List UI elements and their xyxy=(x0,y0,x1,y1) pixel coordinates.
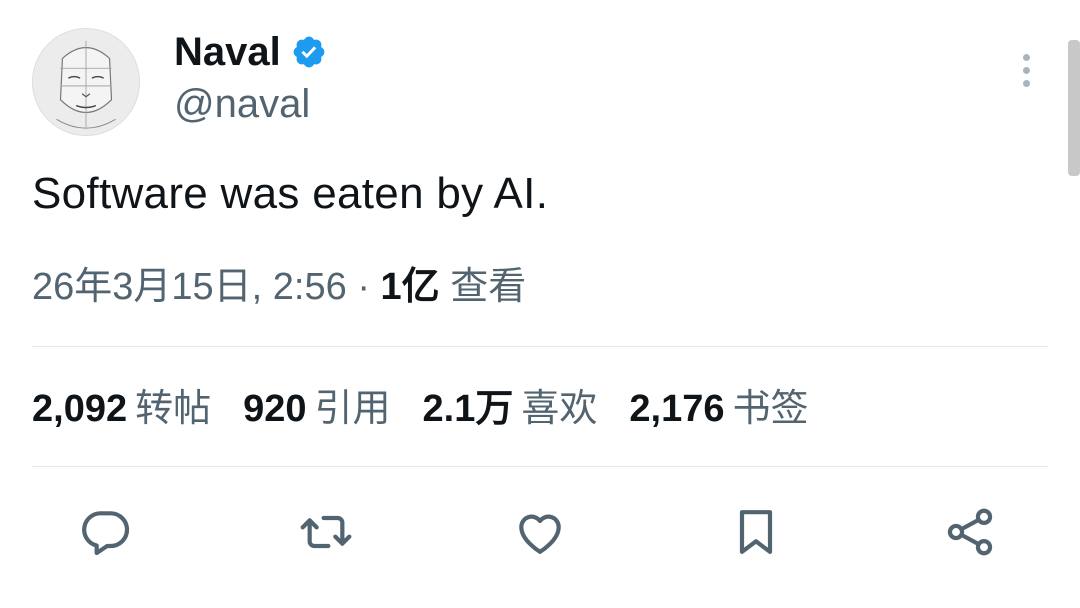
stat-bookmarks[interactable]: 2,176 书签 xyxy=(629,384,808,434)
divider xyxy=(32,466,1048,467)
reply-icon xyxy=(82,511,130,556)
like-icon xyxy=(519,514,561,554)
author-handle[interactable]: @naval xyxy=(174,80,310,128)
tweet-timestamp[interactable]: 26年3月15日, 2:56 xyxy=(32,266,347,308)
tweet-meta: 26年3月15日, 2:56 · 1亿 查看 xyxy=(32,262,526,312)
stat-likes[interactable]: 2.1万 喜欢 xyxy=(423,384,598,434)
views-count: 1亿 xyxy=(380,266,440,308)
reply-button[interactable] xyxy=(74,500,138,564)
verified-badge-icon xyxy=(293,36,325,68)
retweet-icon xyxy=(300,515,352,549)
scrollbar-thumb[interactable] xyxy=(1068,40,1080,176)
avatar[interactable] xyxy=(32,28,140,136)
bookmark-button[interactable] xyxy=(724,500,788,564)
tweet-text: Software was eaten by AI. xyxy=(32,169,549,218)
divider xyxy=(32,346,1048,347)
meta-separator: · xyxy=(357,266,370,308)
stat-quotes[interactable]: 920 引用 xyxy=(243,384,390,434)
bookmark-icon xyxy=(739,510,773,554)
stat-reposts[interactable]: 2,092 转帖 xyxy=(32,384,211,434)
author-display-name-row[interactable]: Naval xyxy=(174,28,327,76)
repost-button[interactable] xyxy=(294,500,358,564)
like-button[interactable] xyxy=(508,500,572,564)
views-label: 查看 xyxy=(450,266,527,308)
engagement-stats: 2,092 转帖 920 引用 2.1万 喜欢 2,176 书签 xyxy=(32,384,808,434)
more-options-icon[interactable] xyxy=(1004,52,1048,88)
share-button[interactable] xyxy=(938,500,1002,564)
share-icon xyxy=(947,508,993,556)
author-display-name[interactable]: Naval xyxy=(174,28,281,76)
avatar-sketch-image xyxy=(33,29,139,135)
